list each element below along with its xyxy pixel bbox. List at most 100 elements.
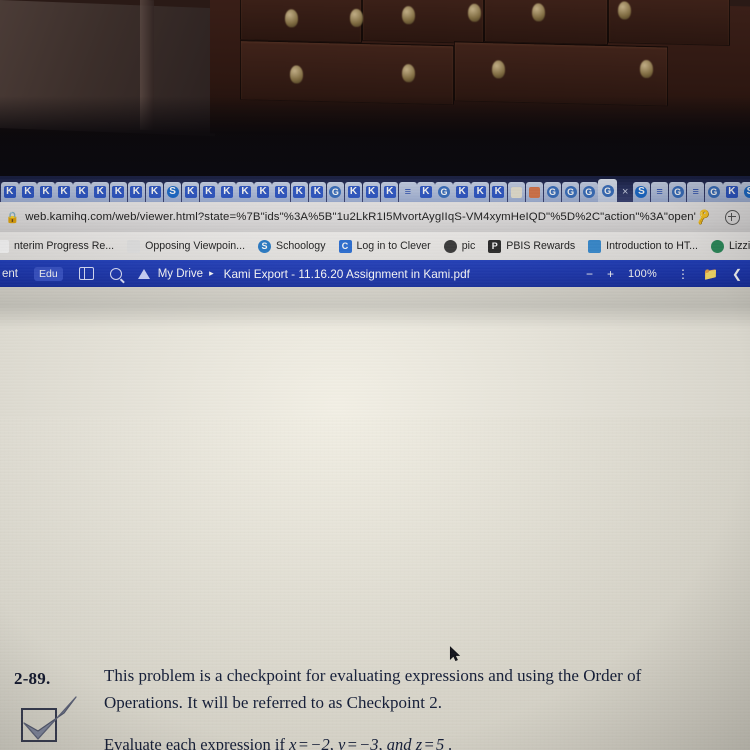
bookmark-item[interactable]: S Schoology	[258, 239, 326, 253]
more-options-icon[interactable]: ⋮	[671, 267, 689, 281]
instruction-values: x = −2, y = −3, and z = 5 .	[289, 735, 453, 750]
pbis-icon: P	[488, 239, 502, 253]
browser-tab[interactable]	[580, 182, 598, 202]
browser-tab[interactable]	[344, 182, 363, 202]
room-shadow	[0, 96, 750, 176]
evaluate-instruction: Evaluate each expression if x = −2, y = …	[104, 735, 453, 750]
bookmark-label: nterim Progress Re...	[14, 240, 115, 252]
problem-text: This problem is a checkpoint for evaluat…	[104, 665, 744, 718]
problem-line-1: This problem is a checkpoint for evaluat…	[104, 666, 642, 685]
browser-tab[interactable]	[109, 182, 128, 202]
kami-toolbar: ent Edu My Drive ▸ Kami Export - 11.16.2…	[0, 260, 750, 287]
bookmarks-bar[interactable]: nterim Progress Re... Opposing Viewpoin..…	[0, 232, 750, 260]
bookmark-item[interactable]: nterim Progress Re...	[0, 239, 115, 253]
bookmark-item[interactable]: Introduction to HT...	[588, 239, 698, 253]
browser-tab[interactable]	[686, 182, 705, 202]
document-title: Kami Export - 11.16.20 Assignment in Kam…	[223, 266, 470, 281]
laptop-screen: × 🔒 web.kamihq.com/web/viewer.html?state…	[0, 176, 750, 750]
breadcrumb-arrow: ▸	[209, 268, 214, 278]
browser-tab[interactable]	[55, 182, 73, 202]
problem-line-2: Operations. It will be referred to as Ch…	[104, 692, 443, 712]
browser-tab[interactable]	[525, 182, 544, 202]
document-icon	[0, 239, 9, 253]
browser-tab[interactable]	[362, 182, 381, 202]
browser-tab[interactable]	[145, 182, 164, 202]
browser-tab[interactable]	[380, 182, 399, 202]
browser-tab[interactable]	[453, 182, 471, 202]
browser-tab[interactable]	[127, 182, 146, 202]
browser-tab[interactable]	[632, 182, 651, 202]
browser-tab[interactable]	[507, 182, 526, 202]
schoology-icon: S	[258, 239, 272, 253]
browser-tab[interactable]	[326, 182, 345, 202]
browser-tab[interactable]	[598, 179, 618, 202]
browser-tab[interactable]	[19, 182, 37, 202]
pdf-viewer-area[interactable]: 2-89. This problem is a checkpoint for e…	[0, 287, 750, 750]
search-icon[interactable]	[102, 260, 130, 287]
bookmark-label: Introduction to HT...	[606, 240, 698, 252]
zoom-level: 100%	[628, 267, 657, 280]
photo-of-laptop-screen: × 🔒 web.kamihq.com/web/viewer.html?state…	[0, 0, 750, 750]
share-icon[interactable]: ❮	[732, 267, 742, 281]
browser-tab[interactable]	[417, 182, 435, 202]
browser-tab[interactable]	[272, 182, 290, 202]
browser-tab[interactable]	[181, 182, 200, 202]
problem-number: 2-89.	[14, 669, 51, 688]
browser-tab[interactable]	[37, 182, 55, 202]
browser-tab[interactable]	[73, 182, 91, 202]
book-icon	[711, 239, 724, 253]
lock-icon: 🔒	[5, 211, 20, 224]
browser-tab[interactable]	[741, 182, 750, 202]
zoom-out-button[interactable]: −	[586, 267, 593, 281]
browser-tab[interactable]	[290, 182, 308, 202]
bookmark-label: pic	[461, 240, 476, 252]
browser-tab[interactable]	[435, 182, 453, 202]
student-label: ent	[2, 267, 18, 280]
browser-tab[interactable]	[1, 182, 19, 202]
extension-icon[interactable]	[725, 209, 740, 225]
zoom-in-button[interactable]: +	[607, 267, 614, 281]
instruction-prefix: Evaluate each expression if	[104, 735, 290, 750]
browser-tab[interactable]	[163, 182, 182, 202]
browser-tab[interactable]	[489, 182, 508, 202]
address-bar[interactable]: web.kamihq.com/web/viewer.html?state=%7B…	[25, 211, 696, 223]
browser-tab[interactable]	[218, 182, 236, 202]
checkmark-icon	[21, 696, 77, 742]
globe-icon	[443, 239, 457, 253]
bookmark-item[interactable]: Opposing Viewpoin...	[127, 239, 245, 253]
browser-tab[interactable]	[399, 182, 417, 202]
browser-tab[interactable]	[308, 182, 327, 202]
edu-badge: Edu	[34, 266, 63, 281]
drive-breadcrumb[interactable]: My Drive	[154, 260, 207, 287]
key-icon[interactable]: 🔑	[694, 208, 713, 226]
side-panel-icon[interactable]	[71, 260, 102, 287]
browser-tab[interactable]	[561, 182, 580, 202]
browser-tab[interactable]	[668, 182, 687, 202]
open-folder-icon[interactable]: 📁	[703, 267, 718, 281]
bookmark-item[interactable]: Lizzie Bright and	[711, 239, 750, 253]
bookmark-label: Lizzie Bright and	[729, 240, 750, 252]
room-background	[0, 0, 750, 176]
browser-tab[interactable]	[200, 182, 218, 202]
mouse-cursor	[449, 646, 461, 662]
browser-tab[interactable]	[254, 182, 272, 202]
gale-icon	[127, 239, 141, 253]
bookmark-label: PBIS Rewards	[506, 240, 576, 252]
bookmark-item[interactable]: P PBIS Rewards	[488, 239, 576, 253]
browser-tab[interactable]	[91, 182, 109, 202]
bookmark-item[interactable]: pic	[443, 239, 476, 253]
omnibox-actions: 🔑	[694, 208, 750, 226]
browser-tab-strip[interactable]: ×	[0, 176, 750, 202]
browser-tab[interactable]	[705, 182, 723, 202]
browser-tab[interactable]	[650, 182, 669, 202]
pdf-page: 2-89. This problem is a checkpoint for e…	[0, 417, 750, 750]
tab-close-icon[interactable]: ×	[618, 182, 633, 202]
slides-icon	[588, 239, 602, 253]
omnibox-row: 🔒 web.kamihq.com/web/viewer.html?state=%…	[0, 202, 750, 232]
bookmark-item[interactable]: C Log in to Clever	[338, 239, 431, 253]
browser-tab[interactable]	[543, 182, 562, 202]
browser-tab[interactable]	[723, 182, 741, 202]
browser-tab[interactable]	[236, 182, 254, 202]
google-drive-icon[interactable]	[130, 260, 154, 287]
browser-tab[interactable]	[471, 182, 489, 202]
